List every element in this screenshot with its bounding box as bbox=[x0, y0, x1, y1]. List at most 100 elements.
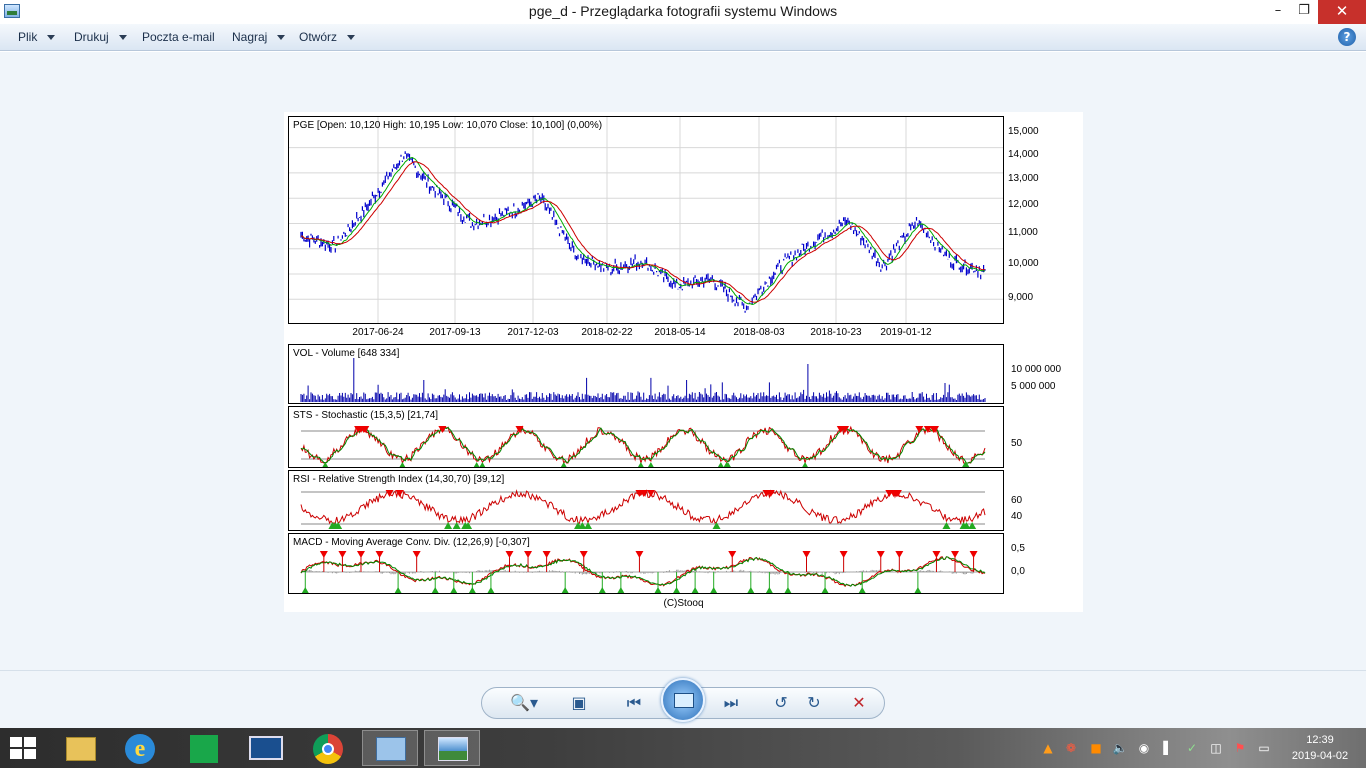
macd-buy-marker bbox=[673, 587, 680, 593]
previous-icon: ⏮ bbox=[626, 693, 642, 712]
office-icon[interactable]: ■ bbox=[1088, 740, 1104, 756]
price-ytick: 15,000 bbox=[1008, 126, 1039, 137]
price-bars bbox=[300, 151, 986, 313]
macd-buy-marker bbox=[710, 587, 718, 593]
lenovo-icon bbox=[249, 736, 283, 760]
rotate-right-button[interactable]: ↻ bbox=[797, 688, 831, 718]
window-title: pge_d - Przeglądarka fotografii systemu … bbox=[528, 3, 838, 19]
macd-sell-marker bbox=[876, 551, 885, 558]
internet-explorer-icon: e bbox=[125, 734, 155, 764]
macd-buy-marker bbox=[654, 587, 662, 593]
image-credit: (C)Stooq bbox=[663, 598, 704, 609]
security-icon[interactable]: ❁ bbox=[1063, 740, 1079, 756]
rotate-left-icon: ↺ bbox=[774, 693, 788, 712]
stochastic-buy-marker bbox=[479, 462, 486, 467]
viewer-controls: 🔍▾ ▣ ⏮ ⏭ ↺ ↻ ✕ bbox=[0, 670, 1366, 728]
taskbar-chrome[interactable] bbox=[300, 730, 356, 766]
macd-sell-marker bbox=[375, 551, 384, 558]
network-icon[interactable]: ▌ bbox=[1160, 740, 1176, 756]
zoom-button[interactable]: 🔍▾ bbox=[504, 688, 544, 718]
stochastic-buy-marker bbox=[802, 462, 808, 467]
clock-date: 2019-04-02 bbox=[1291, 750, 1349, 762]
rotate-right-icon: ↻ bbox=[807, 693, 821, 712]
macd-sell-marker bbox=[338, 551, 347, 558]
camera-icon[interactable]: ◉ bbox=[1136, 740, 1152, 756]
rsi-ytick: 40 bbox=[1011, 511, 1023, 522]
price-ytick: 9,000 bbox=[1008, 292, 1034, 303]
clock[interactable]: 12:39 2019-04-02 bbox=[1290, 732, 1350, 764]
taskbar-lenovo[interactable] bbox=[238, 730, 294, 766]
help-button[interactable]: ? bbox=[1338, 28, 1356, 46]
menu-drukuj[interactable]: Drukuj bbox=[74, 30, 127, 44]
macd-sell-marker bbox=[895, 551, 904, 558]
restore-icon: ❐ bbox=[1298, 3, 1310, 18]
price-xtick: 2017-09-13 bbox=[429, 327, 481, 338]
close-icon: ✕ bbox=[1335, 2, 1349, 20]
short-moving-average-line bbox=[300, 156, 986, 306]
title-bar: pge_d - Przeglądarka fotografii systemu … bbox=[0, 0, 1366, 24]
stochastic-buy-marker bbox=[638, 462, 644, 467]
maximize-button[interactable]: ❐ bbox=[1289, 0, 1319, 24]
taskbar-file-explorer[interactable] bbox=[54, 730, 110, 766]
macd-sell-marker bbox=[579, 551, 588, 558]
volume-icon[interactable]: 🔈 bbox=[1112, 740, 1128, 756]
price-ytick: 11,000 bbox=[1008, 227, 1038, 238]
displayed-image: PGE [Open: 10,120 High: 10,195 Low: 10,0… bbox=[284, 112, 1083, 612]
menu-plik[interactable]: Plik bbox=[18, 30, 56, 44]
chrome-icon bbox=[313, 734, 343, 764]
delete-icon: ✕ bbox=[852, 693, 866, 712]
taskbar-control-panel[interactable] bbox=[362, 730, 418, 766]
stochastic-buy-marker bbox=[322, 462, 329, 467]
file-explorer-icon bbox=[66, 737, 96, 761]
macd-buy-marker bbox=[858, 587, 866, 593]
actual-size-icon: ▣ bbox=[571, 693, 587, 712]
display-icon[interactable]: ▭ bbox=[1256, 740, 1272, 756]
slideshow-button[interactable] bbox=[661, 678, 705, 722]
price-xtick: 2017-12-03 bbox=[507, 327, 559, 338]
price-xtick: 2018-08-03 bbox=[733, 327, 785, 338]
rotate-left-button[interactable]: ↺ bbox=[764, 688, 798, 718]
menu-bar: Plik Drukuj Poczta e-mail Nagraj Otwórz bbox=[0, 24, 1366, 51]
macd-sell-marker bbox=[356, 551, 365, 558]
macd-buy-marker bbox=[468, 587, 476, 593]
macd-buy-marker bbox=[784, 587, 792, 593]
flag-icon[interactable]: ⚑ bbox=[1232, 740, 1248, 756]
macd-sell-marker bbox=[728, 551, 737, 558]
menu-poczta-email[interactable]: Poczta e-mail bbox=[142, 30, 215, 44]
start-button[interactable] bbox=[10, 737, 38, 761]
macd-buy-marker bbox=[914, 587, 922, 593]
taskbar-store[interactable] bbox=[176, 730, 232, 766]
volume-ytick: 5 000 000 bbox=[1011, 381, 1056, 392]
macd-panel-title: MACD - Moving Average Conv. Div. (12,26,… bbox=[293, 537, 530, 548]
delete-button[interactable]: ✕ bbox=[842, 688, 876, 718]
chevron-down-icon bbox=[47, 35, 56, 41]
volume-panel: VOL - Volume [648 334] bbox=[288, 344, 1004, 404]
taskbar-photo-viewer[interactable] bbox=[424, 730, 480, 766]
close-button[interactable]: ✕ bbox=[1318, 0, 1366, 24]
rsi-buy-marker bbox=[452, 522, 461, 529]
price-xtick: 2017-06-24 bbox=[352, 327, 404, 338]
avast-icon[interactable]: ▲ bbox=[1040, 740, 1056, 756]
taskbar-internet-explorer[interactable]: e bbox=[112, 730, 168, 766]
price-ytick: 12,000 bbox=[1008, 199, 1039, 210]
macd-sell-marker bbox=[932, 551, 941, 558]
sync-icon[interactable]: ✓ bbox=[1184, 740, 1200, 756]
menu-nagraj[interactable]: Nagraj bbox=[232, 30, 286, 44]
volume-panel-title: VOL - Volume [648 334] bbox=[293, 348, 400, 359]
price-panel: PGE [Open: 10,120 High: 10,195 Low: 10,0… bbox=[288, 116, 1004, 324]
actual-size-button[interactable]: ▣ bbox=[562, 688, 596, 718]
stochastic-buy-marker bbox=[647, 462, 654, 467]
macd-sell-marker bbox=[524, 551, 533, 558]
macd-sell-marker bbox=[635, 551, 644, 558]
chevron-down-icon bbox=[118, 35, 127, 41]
stochastic-buy-marker bbox=[399, 462, 406, 467]
menu-otworz[interactable]: Otwórz bbox=[299, 30, 356, 44]
previous-button[interactable]: ⏮ bbox=[617, 688, 651, 718]
device-icon[interactable]: ◫ bbox=[1208, 740, 1224, 756]
macd-ytick: 0,0 bbox=[1011, 566, 1025, 577]
rsi-buy-marker bbox=[444, 522, 453, 529]
macd-sell-marker bbox=[951, 551, 960, 558]
image-viewer[interactable]: PGE [Open: 10,120 High: 10,195 Low: 10,0… bbox=[0, 52, 1366, 670]
next-button[interactable]: ⏭ bbox=[714, 688, 748, 718]
macd-sell-marker bbox=[319, 551, 328, 558]
